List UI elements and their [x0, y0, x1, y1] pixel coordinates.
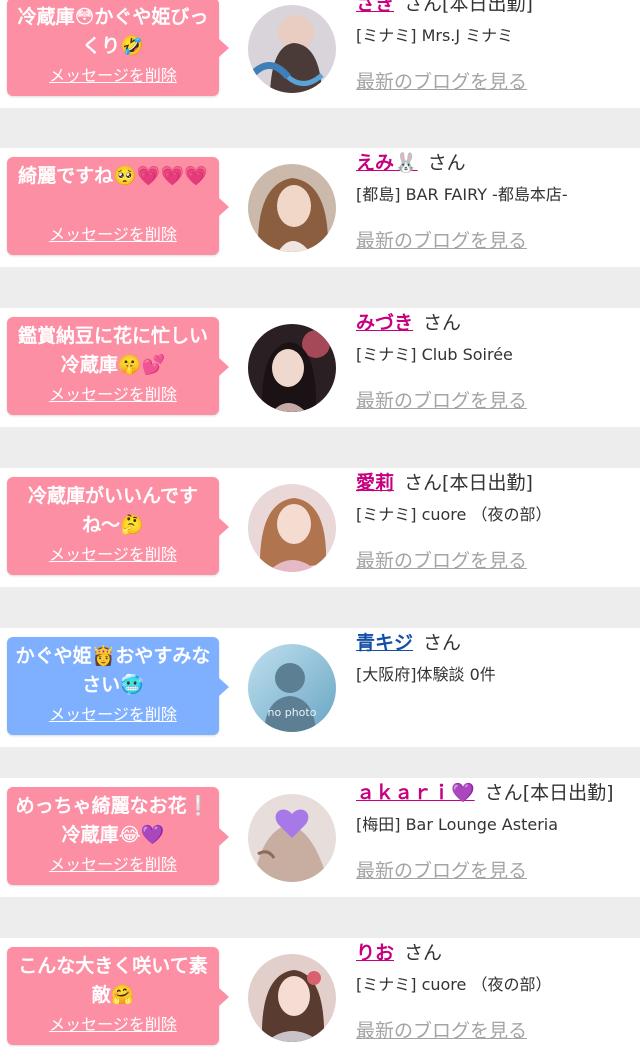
cast-name-link[interactable]: みづき	[356, 312, 413, 334]
message-row: かぐや姫👸おやすみなさい🥶 メッセージを削除 no photo 青キジ さん [大…	[0, 628, 640, 747]
delete-message-link[interactable]: メッセージを削除	[7, 221, 219, 245]
message-bubble: 綺麗ですね🥺💗💗💗 メッセージを削除	[7, 157, 229, 255]
honorific: さん	[484, 782, 523, 804]
message-row: めっちゃ綺麗なお花❕冷蔵庫😂💜 メッセージを削除 ａｋａｒｉ💜 さん[本日出勤] …	[0, 778, 640, 897]
honorific: さん	[423, 312, 462, 334]
message-bubble: 冷蔵庫がいいんですね〜🤔 メッセージを削除	[7, 477, 229, 575]
message-text: かぐや姫👸おやすみなさい🥶	[15, 645, 211, 696]
no-photo-text: no photo	[268, 706, 317, 719]
shop-info: [大阪府]体験談 0件	[356, 665, 496, 684]
message-text: めっちゃ綺麗なお花❕冷蔵庫😂💜	[15, 795, 211, 846]
customer-name-link[interactable]: 青キジ	[356, 632, 413, 654]
message-text: こんな大きく咲いて素敵🤗	[18, 955, 208, 1006]
message-row: こんな大きく咲いて素敵🤗 メッセージを削除 りお さん [ミナミ] cuore （…	[0, 938, 640, 1057]
name-line: りお さん	[356, 940, 442, 966]
message-bubble: 鑑賞納豆に花に忙しい冷蔵庫🤫💕 メッセージを削除	[7, 317, 229, 415]
message-bubble: めっちゃ綺麗なお花❕冷蔵庫😂💜 メッセージを削除	[7, 787, 229, 885]
message-text: 鑑賞納豆に花に忙しい冷蔵庫🤫💕	[17, 325, 208, 376]
delete-message-link[interactable]: メッセージを削除	[7, 541, 219, 565]
shop-info: [ミナミ] cuore （夜の部）	[356, 975, 552, 994]
latest-blog-link[interactable]: 最新のブログを見る	[356, 228, 527, 254]
message-row: 鑑賞納豆に花に忙しい冷蔵庫🤫💕 メッセージを削除 みづき さん [ミナミ] Clu…	[0, 308, 640, 427]
message-bubble: こんな大きく咲いて素敵🤗 メッセージを削除	[7, 947, 229, 1045]
shop-info: [ミナミ] cuore （夜の部）	[356, 505, 552, 524]
message-row: 綺麗ですね🥺💗💗💗 メッセージを削除 えみ🐰 さん [都島] BAR FAIRY …	[0, 148, 640, 267]
shop-info: [ミナミ] Mrs.J ミナミ	[356, 26, 514, 45]
avatar[interactable]	[248, 794, 336, 882]
avatar[interactable]: no photo	[248, 644, 336, 732]
avatar[interactable]	[248, 324, 336, 412]
message-bubble: 冷蔵庫😳かぐや姫びっくり🤣 メッセージを削除	[7, 0, 229, 96]
delete-message-link[interactable]: メッセージを削除	[7, 62, 219, 86]
avatar[interactable]	[248, 5, 336, 93]
avatar[interactable]	[248, 164, 336, 252]
message-text: 綺麗ですね🥺💗💗💗	[18, 165, 208, 187]
honorific: さん	[427, 152, 466, 174]
cast-name-link[interactable]: さき	[356, 0, 394, 15]
shop-info: [都島] BAR FAIRY -都島本店-	[356, 185, 568, 204]
message-row: 冷蔵庫😳かぐや姫びっくり🤣 メッセージを削除 さき さん[本日出勤] [ミナミ] …	[0, 0, 640, 108]
delete-message-link[interactable]: メッセージを削除	[7, 701, 219, 725]
message-feed: 冷蔵庫😳かぐや姫びっくり🤣 メッセージを削除 さき さん[本日出勤] [ミナミ] …	[0, 0, 640, 1057]
delete-message-link[interactable]: メッセージを削除	[7, 851, 219, 875]
name-line: 青キジ さん	[356, 630, 461, 656]
name-line: 愛莉 さん[本日出勤]	[356, 470, 533, 496]
honorific: さん	[404, 942, 443, 964]
message-bubble: かぐや姫👸おやすみなさい🥶 メッセージを削除	[7, 637, 229, 735]
delete-message-link[interactable]: メッセージを削除	[7, 1011, 219, 1035]
cast-name-link[interactable]: 愛莉	[356, 472, 394, 494]
latest-blog-link[interactable]: 最新のブログを見る	[356, 69, 527, 95]
cast-name-link[interactable]: えみ🐰	[356, 152, 418, 174]
shop-info: [ミナミ] Club Soirée	[356, 345, 513, 364]
name-line: さき さん[本日出勤]	[356, 0, 533, 17]
status-label: [本日出勤]	[522, 782, 614, 804]
latest-blog-link[interactable]: 最新のブログを見る	[356, 388, 527, 414]
honorific: さん	[423, 632, 462, 654]
message-text: 冷蔵庫😳かぐや姫びっくり🤣	[17, 6, 209, 57]
name-line: えみ🐰 さん	[356, 150, 466, 176]
latest-blog-link[interactable]: 最新のブログを見る	[356, 548, 527, 574]
shop-info: [梅田] Bar Lounge Asteria	[356, 815, 559, 834]
latest-blog-link[interactable]: 最新のブログを見る	[356, 1018, 527, 1044]
status-label: [本日出勤]	[442, 472, 533, 494]
avatar[interactable]	[248, 484, 336, 572]
latest-blog-link[interactable]: 最新のブログを見る	[356, 858, 527, 884]
message-text: 冷蔵庫がいいんですね〜🤔	[27, 485, 199, 536]
honorific: さん	[404, 472, 443, 494]
name-line: ａｋａｒｉ💜 さん[本日出勤]	[356, 780, 614, 806]
avatar[interactable]	[248, 954, 336, 1042]
name-line: みづき さん	[356, 310, 461, 336]
cast-name-link[interactable]: ａｋａｒｉ💜	[356, 782, 475, 804]
status-label: [本日出勤]	[442, 0, 533, 15]
message-row: 冷蔵庫がいいんですね〜🤔 メッセージを削除 愛莉 さん[本日出勤] [ミナミ] c…	[0, 468, 640, 587]
honorific: さん	[404, 0, 443, 15]
cast-name-link[interactable]: りお	[356, 942, 394, 964]
delete-message-link[interactable]: メッセージを削除	[7, 381, 219, 405]
